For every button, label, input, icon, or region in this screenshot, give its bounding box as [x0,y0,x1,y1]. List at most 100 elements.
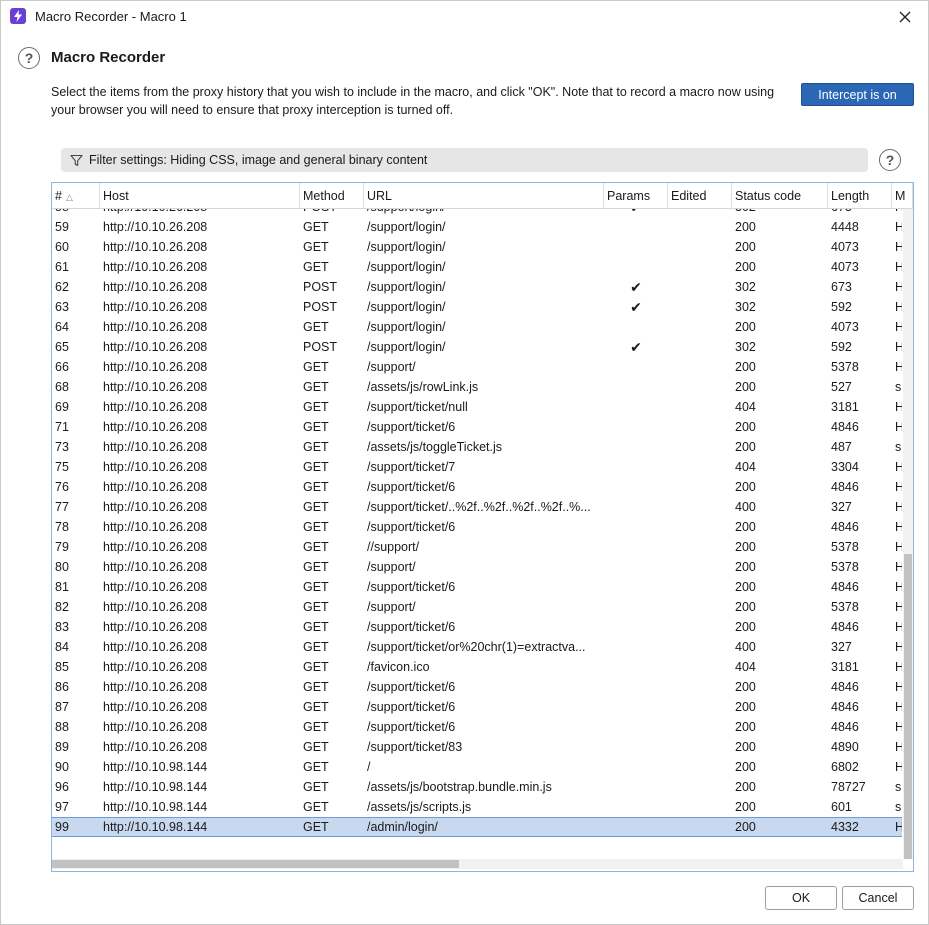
cell-status: 200 [735,700,756,714]
table-row[interactable]: 60 http://10.10.26.208 GET/support/login/2… [52,237,902,257]
table-row[interactable]: 68 http://10.10.26.208 GET/assets/js/rowLi… [52,377,902,397]
table-row[interactable]: 66 http://10.10.26.208 GET/support/200 5378… [52,357,902,377]
table-row[interactable]: 80 http://10.10.26.208 GET/support/200 5378… [52,557,902,577]
col-method-header[interactable]: Method [300,183,364,209]
filter-settings-bar[interactable]: Filter settings: Hiding CSS, image and g… [61,148,868,172]
horizontal-scrollbar[interactable] [52,859,903,869]
table-row[interactable]: 83 http://10.10.26.208 GET/support/ticket/… [52,617,902,637]
table-row[interactable]: 97 http://10.10.98.144 GET/assets/js/scrip… [52,797,902,817]
cell-edited [668,237,732,257]
col-url-header[interactable]: URL [364,183,604,209]
cell-mime: H [892,477,902,497]
col-host-header[interactable]: Host [100,183,300,209]
cell-params [604,637,668,657]
table-row[interactable]: 86 http://10.10.26.208 GET/support/ticket/… [52,677,902,697]
cell-edited [668,737,732,757]
help-icon[interactable]: ? [18,47,40,69]
intercept-toggle-button[interactable]: Intercept is on [801,83,914,106]
cell-length: 4332 [831,820,859,834]
cell-number: 80 [55,560,69,574]
cell-length: 673 [828,209,892,217]
col-edited-header[interactable]: Edited [668,183,732,209]
cell-edited [668,317,732,337]
table-row[interactable]: 65 http://10.10.26.208 POST/support/login/… [52,337,902,357]
table-row[interactable]: 96 http://10.10.98.144 GET/assets/js/boots… [52,777,902,797]
table-row[interactable]: 89 http://10.10.26.208 GET/support/ticket/… [52,737,902,757]
table-row[interactable]: 84 http://10.10.26.208 GET/support/ticket/… [52,637,902,657]
table-row[interactable]: 78 http://10.10.26.208 GET/support/ticket/… [52,517,902,537]
cell-method: GET [303,700,329,714]
ok-button[interactable]: OK [765,886,837,910]
cell-number: 75 [55,460,69,474]
cell-length: 673 [831,280,852,294]
cell-length: 4846 [831,620,859,634]
vertical-scroll-thumb[interactable] [904,554,912,859]
cell-status: 200 [735,540,756,554]
cell-edited [668,457,732,477]
cell-number: 58 [52,209,100,217]
cell-number: 78 [55,520,69,534]
horizontal-scroll-thumb[interactable] [52,860,459,868]
cell-mime [892,837,902,841]
table-row[interactable]: 77 http://10.10.26.208 GET/support/ticket/… [52,497,902,517]
filter-help-icon[interactable]: ? [879,149,901,171]
table-row[interactable]: 69 http://10.10.26.208 GET/support/ticket/… [52,397,902,417]
cell-method: GET [303,320,329,334]
table-row[interactable]: 81 http://10.10.26.208 GET/support/ticket/… [52,577,902,597]
cell-number: 85 [55,660,69,674]
table-row-selected[interactable]: 99 http://10.10.98.144 GET/admin/login/200… [52,817,902,837]
table-row[interactable]: 75 http://10.10.26.208 GET/support/ticket/… [52,457,902,477]
col-params-header[interactable]: Params [604,183,668,209]
table-row[interactable]: 100http://10.10.98.144POST/admin/login/ ✔ [52,837,902,841]
cell-number: 100 [52,837,100,841]
cell-mime: H [892,737,902,757]
table-row[interactable]: 90 http://10.10.98.144 GET / 200 6802 H [52,757,902,777]
cell-url: /support/login/ [367,300,446,314]
cancel-button[interactable]: Cancel [842,886,914,910]
col-mime-header[interactable]: M [892,183,913,209]
col-status-code-header[interactable]: Status code [732,183,828,209]
cell-method: GET [303,380,329,394]
table-row[interactable]: 73 http://10.10.26.208 GET/assets/js/toggl… [52,437,902,457]
table-row[interactable]: 64 http://10.10.26.208 GET/support/login/2… [52,317,902,337]
cell-length: 487 [831,440,852,454]
cell-method: GET [303,500,329,514]
table-row[interactable]: 85 http://10.10.26.208 GET/favicon.ico 404 3… [52,657,902,677]
cell-url: /support/ticket/6 [367,700,456,714]
cell-method: GET [303,800,329,814]
table-row[interactable]: 87 http://10.10.26.208 GET/support/ticket/… [52,697,902,717]
vertical-scrollbar[interactable] [903,209,913,859]
col-number-header[interactable]: # △ [52,183,100,209]
table-row[interactable]: 59 http://10.10.26.208 GET/support/login/2… [52,217,902,237]
column-header-label: Host [103,189,129,203]
cell-mime: H [892,637,902,657]
table-row[interactable]: 82 http://10.10.26.208 GET/support/200 5378… [52,597,902,617]
table-row[interactable]: 61 http://10.10.26.208 GET/support/login/2… [52,257,902,277]
table-row[interactable]: 58http://10.10.26.208POST/support/login/… [52,209,902,217]
cell-method: GET [303,400,329,414]
cell-edited [668,717,732,737]
cell-edited [668,277,732,297]
table-row[interactable]: 63 http://10.10.26.208 POST/support/login/… [52,297,902,317]
cell-edited [668,477,732,497]
cell-method: GET [303,220,329,234]
table-row[interactable]: 71 http://10.10.26.208 GET/support/ticket/… [52,417,902,437]
table-row[interactable]: 76 http://10.10.26.208 GET/support/ticket/… [52,477,902,497]
col-length-header[interactable]: Length [828,183,892,209]
cell-method: GET [303,680,329,694]
table-row[interactable]: 79 http://10.10.26.208 GET //support/200 537… [52,537,902,557]
cell-status: 302 [735,280,756,294]
cell-mime: H [892,337,902,357]
cell-host: http://10.10.26.208 [103,220,208,234]
column-header-label: M [895,189,906,203]
cell-url: /support/ [367,360,416,374]
table-row[interactable]: 62 http://10.10.26.208 POST/support/login/… [52,277,902,297]
close-button[interactable] [882,1,928,32]
cell-mime: s [895,440,902,454]
cell-url: /support/ticket/or%20chr(1)=extractva... [367,640,586,654]
cell-host: http://10.10.26.208 [103,580,208,594]
cell-host: http://10.10.26.208 [103,440,208,454]
table-row[interactable]: 88 http://10.10.26.208 GET/support/ticket/… [52,717,902,737]
cell-status: 404 [735,400,756,414]
cell-number: 97 [55,800,69,814]
